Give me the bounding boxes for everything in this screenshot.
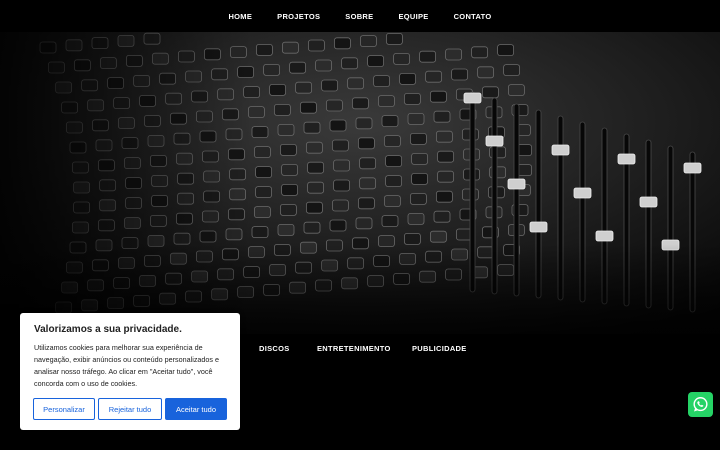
cookie-consent-banner: Valorizamos a sua privacidade. Utilizamo…	[20, 313, 240, 430]
cookie-banner-title: Valorizamos a sua privacidade.	[34, 324, 182, 335]
hero-mixing-console-image	[0, 32, 720, 334]
nav-projetos[interactable]: PROJETOS	[277, 12, 320, 21]
nav-equipe[interactable]: EQUIPE	[398, 12, 428, 21]
category-discos[interactable]: DISCOS	[259, 344, 290, 353]
category-publicidade[interactable]: PUBLICIDADE	[412, 344, 467, 353]
nav-contato[interactable]: CONTATO	[454, 12, 492, 21]
cookie-banner-text: Utilizamos cookies para melhorar sua exp…	[34, 343, 220, 388]
accept-all-button[interactable]: Aceitar tudo	[165, 398, 227, 420]
whatsapp-button[interactable]	[688, 392, 713, 417]
nav-sobre[interactable]: SOBRE	[345, 12, 373, 21]
reject-all-button[interactable]: Rejeitar tudo	[98, 398, 162, 420]
mixing-console-graphic	[0, 32, 720, 334]
top-navigation: HOME PROJETOS SOBRE EQUIPE CONTATO	[0, 0, 720, 32]
category-entretenimento[interactable]: ENTRETENIMENTO	[317, 344, 391, 353]
whatsapp-icon	[693, 397, 708, 412]
customize-button[interactable]: Personalizar	[33, 398, 95, 420]
nav-home[interactable]: HOME	[228, 12, 252, 21]
